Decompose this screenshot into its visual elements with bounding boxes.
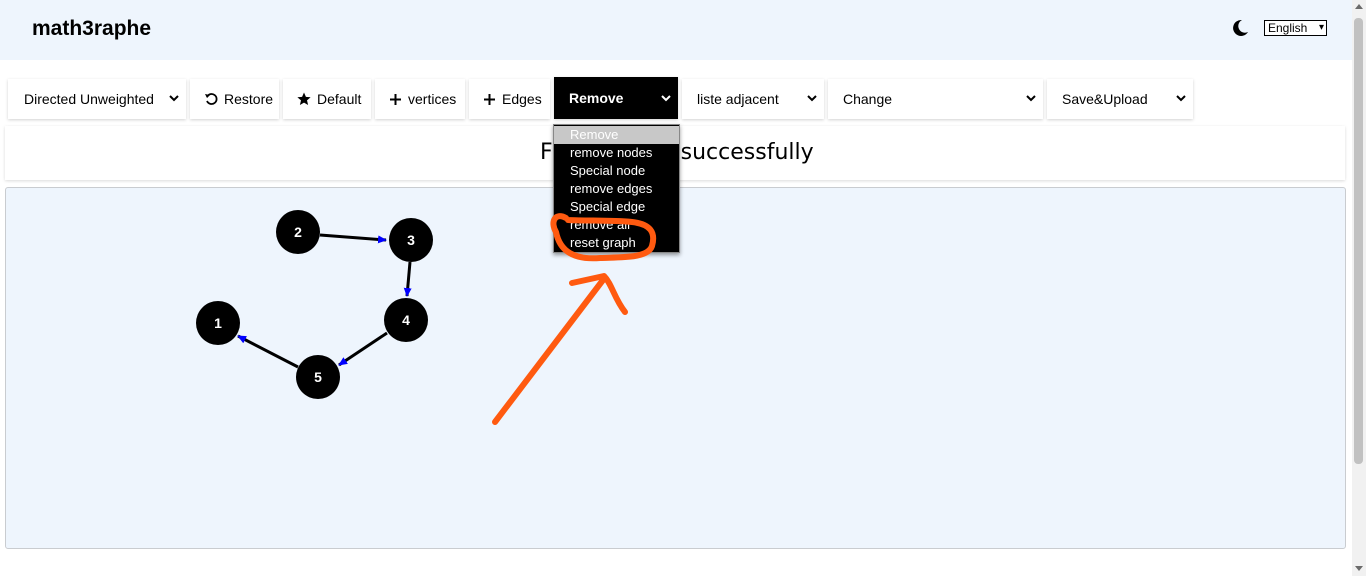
orange-annotation xyxy=(492,213,657,425)
scrollbar-thumb[interactable] xyxy=(1354,18,1363,464)
arrow-annotation xyxy=(492,273,628,425)
highlight-circle-annotation xyxy=(550,213,657,262)
scroll-down-icon[interactable] xyxy=(1355,566,1363,571)
scroll-up-icon[interactable] xyxy=(1355,4,1363,9)
